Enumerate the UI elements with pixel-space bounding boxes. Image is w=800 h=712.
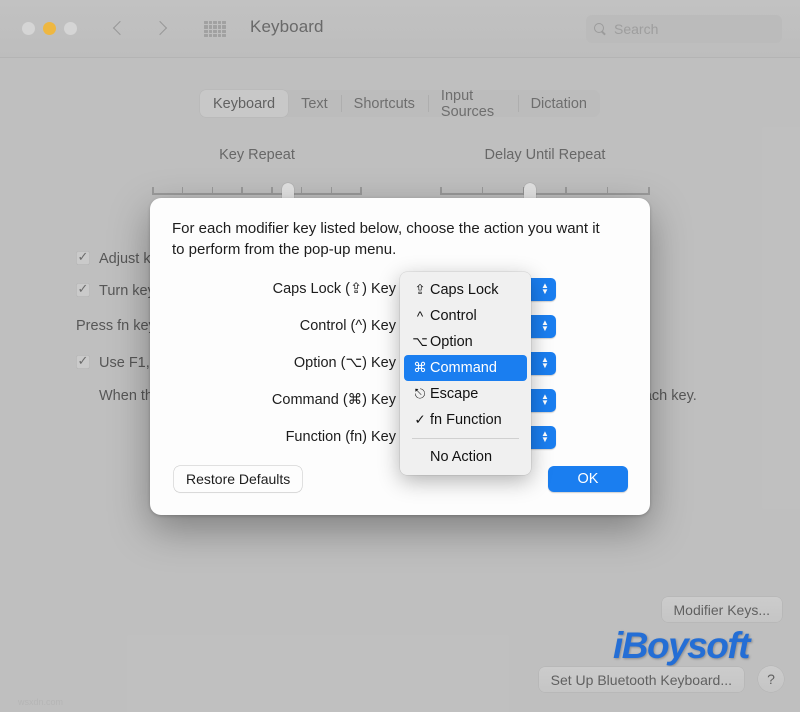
escape-symbol-icon: ⎋ — [414, 386, 426, 401]
menu-item-escape-label: Escape — [430, 386, 479, 402]
preferences-window: Keyboard Search Keyboard Text Shortcuts … — [0, 0, 800, 712]
caps-lock-symbol-icon: ⇪ — [414, 282, 426, 297]
modifier-label-function: Function (fn) Key — [285, 429, 396, 445]
menu-item-command[interactable]: ⌘ Command — [404, 355, 527, 381]
command-symbol-icon: ⌘ — [413, 360, 427, 375]
dialog-description: For each modifier key listed below, choo… — [172, 220, 600, 259]
chevron-updown-icon: ▲ ▼ — [541, 354, 549, 370]
menu-separator — [412, 438, 519, 439]
ok-button[interactable]: OK — [548, 466, 628, 492]
chevron-updown-icon: ▲ ▼ — [541, 280, 549, 296]
menu-item-fn-function[interactable]: ✓ fn Function — [404, 407, 527, 433]
menu-item-control-label: Control — [430, 308, 477, 324]
modifier-label-option: Option (⌥) Key — [293, 355, 396, 371]
modifier-action-dropdown-menu: ⇪ Caps Lock ^ Control ⌥ Option ⌘ Command… — [400, 272, 531, 475]
chevron-updown-icon: ▲ ▼ — [541, 391, 549, 407]
chevron-updown-icon: ▲ ▼ — [541, 317, 549, 333]
control-symbol-icon: ^ — [416, 308, 424, 324]
modifier-label-control: Control (^) Key — [299, 318, 396, 334]
checkmark-icon: ✓ — [414, 412, 426, 427]
menu-item-command-label: Command — [430, 360, 497, 376]
menu-item-option-label: Option — [430, 334, 473, 350]
menu-item-option[interactable]: ⌥ Option — [404, 329, 527, 355]
menu-item-control[interactable]: ^ Control — [404, 303, 527, 329]
menu-item-caps-lock[interactable]: ⇪ Caps Lock — [404, 277, 527, 303]
menu-item-no-action-label: No Action — [430, 449, 493, 465]
chevron-updown-icon: ▲ ▼ — [541, 428, 549, 444]
menu-item-caps-lock-label: Caps Lock — [430, 282, 499, 298]
option-symbol-icon: ⌥ — [412, 334, 428, 349]
modifier-label-caps-lock: Caps Lock (⇪) Key — [272, 281, 396, 297]
menu-item-fn-function-label: fn Function — [430, 412, 502, 428]
menu-item-no-action[interactable]: No Action — [404, 444, 527, 470]
modifier-label-command: Command (⌘) Key — [271, 392, 396, 408]
restore-defaults-button[interactable]: Restore Defaults — [174, 466, 303, 492]
menu-item-escape[interactable]: ⎋ Escape — [404, 381, 527, 407]
